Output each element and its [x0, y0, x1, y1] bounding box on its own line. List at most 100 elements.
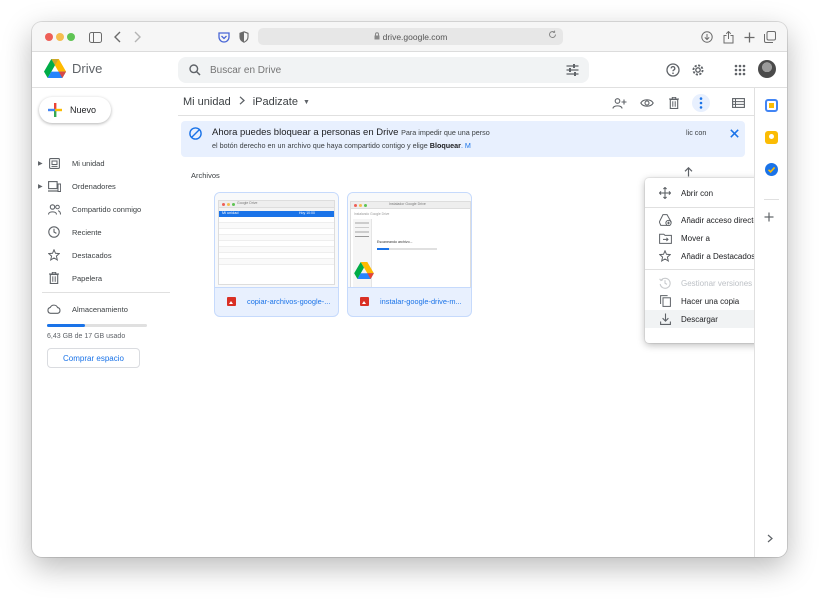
thumb-status: Escaneando archivo...: [377, 240, 413, 244]
file-card[interactable]: Instalador Google Drive Instalando Googl…: [347, 192, 472, 317]
add-shortcut-icon: [658, 213, 672, 227]
preview-eye-icon[interactable]: [638, 94, 656, 112]
banner-block-keyword: Bloquear: [429, 141, 461, 150]
star-icon: [47, 248, 61, 262]
sidebar-item-recent[interactable]: Reciente: [32, 222, 172, 242]
sidebar-item-label: Compartido conmigo: [72, 204, 142, 214]
file-name[interactable]: instalar-google-drive-m...: [380, 297, 468, 306]
tabs-overview-icon[interactable]: [761, 28, 779, 46]
sidebar-item-trash[interactable]: Papelera: [32, 268, 172, 288]
search-options-icon[interactable]: [566, 63, 579, 81]
sidebar-item-computers[interactable]: ▶ Ordenadores: [32, 176, 172, 196]
search-bar[interactable]: [178, 57, 589, 83]
chevron-right-icon[interactable]: [767, 534, 773, 546]
plus-icon: [48, 103, 62, 117]
buy-storage-button[interactable]: Comprar espacio: [47, 348, 140, 368]
list-view-icon[interactable]: [729, 94, 747, 112]
reload-icon[interactable]: [548, 30, 557, 41]
sidebar-toggle-icon[interactable]: [86, 28, 104, 46]
trash-icon[interactable]: [665, 94, 683, 112]
image-file-icon: [227, 297, 236, 306]
banner-body-tail: lic con: [686, 128, 707, 137]
side-panel-divider: [764, 199, 779, 200]
close-window-button[interactable]: [45, 33, 53, 41]
address-bar[interactable]: drive.google.com: [258, 28, 563, 45]
sidebar-item-label: Papelera: [72, 273, 103, 283]
storage-usage-text: 6,43 GB de 17 GB usado: [47, 333, 126, 340]
sidebar-item-my-drive[interactable]: ▶ Mi unidad: [32, 153, 172, 173]
new-tab-icon[interactable]: [740, 28, 758, 46]
storage-label: Almacenamiento: [72, 304, 128, 314]
menu-item-label: Mover a: [681, 233, 710, 243]
gear-icon[interactable]: [689, 61, 707, 79]
chevron-down-icon[interactable]: ▼: [303, 99, 310, 106]
drive-logo[interactable]: Drive: [44, 59, 102, 78]
open-with-icon: [658, 186, 672, 200]
menu-item-label: Abrir con: [681, 188, 714, 198]
privacy-shield-icon[interactable]: [235, 28, 253, 46]
avatar[interactable]: [758, 60, 776, 78]
more-actions-icon[interactable]: [692, 94, 710, 112]
banner-body: el botón derecho en un archivo que haya …: [212, 141, 471, 150]
breadcrumb-root[interactable]: Mi unidad: [183, 96, 231, 108]
thumb-subtitle: Instalando Google Drive: [354, 212, 390, 216]
sidebar-divider: [42, 292, 170, 293]
menu-item-label: Añadir a Destacados: [681, 251, 756, 261]
block-people-banner: Ahora puedes bloquear a personas en Driv…: [181, 121, 745, 157]
drive-logo-icon: [354, 262, 374, 284]
thumb-row-date: Hoy 10:00: [299, 211, 315, 215]
files-section-title: Archivos: [191, 171, 220, 180]
share-icon[interactable]: [719, 28, 737, 46]
drive-logo-icon: [44, 59, 66, 78]
clock-icon: [47, 225, 61, 239]
versions-icon: [658, 276, 672, 290]
sidebar-item-label: Mi unidad: [72, 158, 105, 168]
sidebar-item-label: Ordenadores: [72, 181, 116, 191]
url-text: drive.google.com: [382, 31, 448, 42]
storage-usage-bar: [47, 324, 147, 327]
calendar-icon[interactable]: [765, 99, 778, 112]
shared-icon: [47, 202, 61, 216]
drive-header: Drive: [32, 52, 787, 88]
browser-toolbar: drive.google.com: [32, 22, 787, 52]
pocket-icon[interactable]: [215, 28, 233, 46]
zoom-window-button[interactable]: [67, 33, 75, 41]
back-icon[interactable]: [109, 28, 127, 46]
sidebar-item-storage[interactable]: Almacenamiento: [32, 299, 172, 319]
search-icon[interactable]: [188, 63, 202, 77]
expand-caret-icon[interactable]: ▶: [38, 160, 43, 167]
image-file-icon: [360, 297, 369, 306]
tasks-icon[interactable]: [765, 163, 778, 176]
main-content: Mi unidad iPadizate ▼ Ahora puedes bloqu…: [178, 88, 787, 557]
menu-item-label: Hacer una copia: [681, 296, 740, 306]
help-icon[interactable]: [664, 61, 682, 79]
search-input[interactable]: [210, 64, 540, 76]
expand-caret-icon[interactable]: ▶: [38, 183, 43, 190]
file-thumbnail: Instalador Google Drive Instalando Googl…: [348, 193, 471, 288]
file-name[interactable]: copiar-archivos-google-...: [247, 297, 335, 306]
banner-line2: el botón derecho en un archivo que haya …: [212, 141, 430, 150]
share-person-icon[interactable]: [610, 94, 628, 112]
breadcrumb-current[interactable]: iPadizate: [253, 96, 298, 108]
file-card[interactable]: Google Drive Mi unidad Hoy 10:00 copiar-…: [214, 192, 339, 317]
star-outline-icon: [658, 249, 672, 263]
sidebar-item-starred[interactable]: Destacados: [32, 245, 172, 265]
add-addon-icon[interactable]: [764, 210, 774, 225]
breadcrumb: Mi unidad iPadizate ▼: [183, 94, 310, 110]
sidebar-item-shared[interactable]: Compartido conmigo: [32, 199, 172, 219]
new-button[interactable]: Nuevo: [39, 97, 111, 123]
keep-icon[interactable]: [765, 131, 778, 144]
minimize-window-button[interactable]: [56, 33, 64, 41]
banner-line2-end[interactable]: . M: [461, 141, 471, 150]
close-icon[interactable]: [727, 126, 741, 140]
download-icon[interactable]: [698, 28, 716, 46]
thumb-app-title: Google Drive: [237, 201, 258, 205]
forward-icon[interactable]: [128, 28, 146, 46]
apps-grid-icon[interactable]: [731, 61, 749, 79]
lock-icon: [374, 31, 380, 42]
menu-item-label: Descargar: [681, 314, 718, 324]
sidebar-item-label: Destacados: [72, 250, 112, 260]
browser-window: drive.google.com Drive Buscar en Drive N…: [32, 22, 787, 557]
copy-icon: [658, 294, 672, 308]
app-name: Drive: [72, 61, 103, 76]
